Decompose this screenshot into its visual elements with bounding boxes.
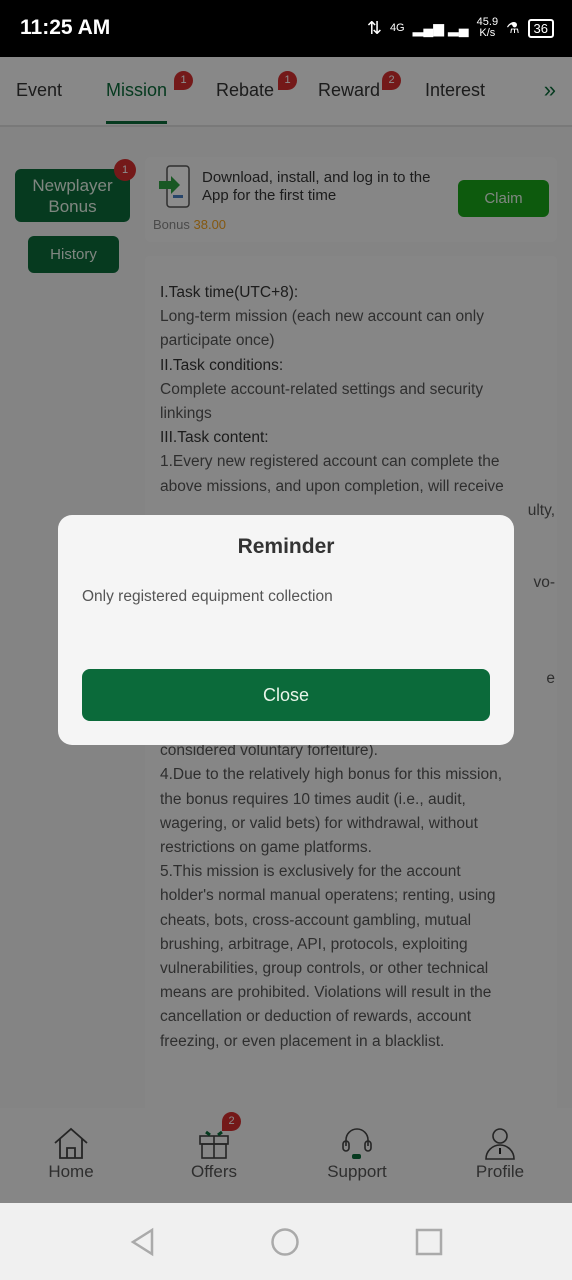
network-type: 4G xyxy=(389,22,405,34)
recents-icon[interactable] xyxy=(414,1227,444,1257)
dialog-title: Reminder xyxy=(237,535,335,558)
data-arrows-icon: ⇅ xyxy=(366,17,382,38)
battery-indicator: 36 xyxy=(527,18,554,38)
clock: 11:25 AM xyxy=(20,16,111,39)
close-button[interactable]: Close xyxy=(82,669,490,721)
status-bar: 11:25 AM ⇅ 4G ▂▄▆ ▂▄ 45.9 K/s ⚗ 36 xyxy=(0,0,572,57)
system-nav-bar xyxy=(0,1203,572,1280)
dialog-message: Only registered equipment collection xyxy=(82,588,333,605)
home-circle-icon[interactable] xyxy=(270,1227,300,1257)
back-icon[interactable] xyxy=(128,1227,158,1257)
net-speed-unit: K/s xyxy=(479,27,496,39)
signal-icon: ▂▄▆ ▂▄ xyxy=(412,19,469,36)
flask-icon: ⚗ xyxy=(506,20,520,37)
reminder-dialog: Reminder Only registered equipment colle… xyxy=(58,515,514,745)
